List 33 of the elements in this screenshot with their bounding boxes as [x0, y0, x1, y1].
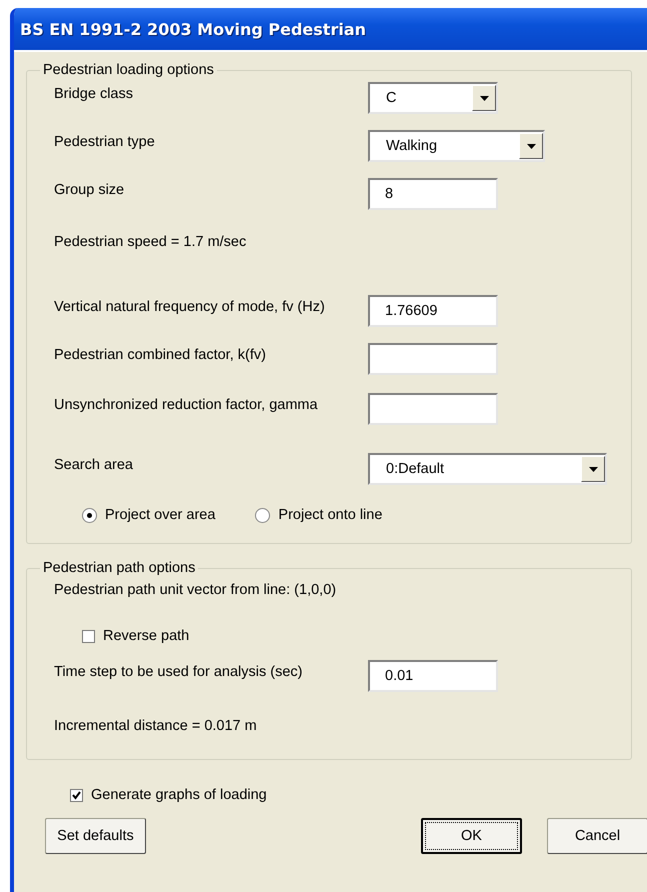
input-field[interactable]: 1.76609	[368, 295, 498, 327]
field-label: Pedestrian combined factor, k(fv)	[54, 347, 267, 363]
field-label: Pedestrian type	[54, 134, 156, 150]
cancel-button[interactable]: Cancel	[547, 818, 647, 854]
dropdown[interactable]: 0:Default	[368, 453, 607, 485]
checkbox-label[interactable]: Generate graphs of loading	[91, 787, 267, 803]
field-label: Unsynchronized reduction factor, gamma	[54, 397, 319, 413]
field-label: Time step to be used for analysis (sec)	[54, 664, 304, 680]
group-title: Pedestrian path options	[42, 560, 196, 576]
field-label: Group size	[54, 182, 126, 198]
radio-label[interactable]: Project onto line	[278, 507, 382, 523]
field-label: Bridge class	[54, 86, 134, 102]
input-field[interactable]	[368, 343, 498, 375]
radio-button[interactable]	[255, 508, 270, 522]
dropdown[interactable]: Walking	[368, 130, 545, 162]
radio-button[interactable]	[82, 508, 97, 522]
checkbox-label[interactable]: Reverse path	[103, 628, 190, 644]
checkbox[interactable]	[70, 788, 83, 802]
info-text: Pedestrian speed = 1.7 m/sec	[54, 234, 248, 250]
radio-label[interactable]: Project over area	[105, 507, 216, 523]
input-field[interactable]	[368, 393, 498, 425]
checkbox[interactable]	[82, 630, 95, 642]
field-label: Search area	[54, 457, 134, 473]
info-text: Incremental distance = 0.017 m	[54, 718, 257, 734]
defaults-button[interactable]: Set defaults	[45, 818, 146, 854]
group-title: Pedestrian loading options	[42, 62, 215, 78]
field-label: Vertical natural frequency of mode, fv (Hz)	[54, 299, 326, 315]
ok-button[interactable]: OK	[420, 818, 522, 854]
window-title: BS EN 1991-2 2003 Moving Pedestrian	[20, 20, 366, 38]
dropdown[interactable]: C	[368, 82, 498, 114]
input-field[interactable]: 8	[368, 178, 498, 210]
input-field[interactable]: 0.01	[368, 660, 498, 692]
info-text: Pedestrian path unit vector from line: (1,0,0)	[54, 582, 336, 598]
